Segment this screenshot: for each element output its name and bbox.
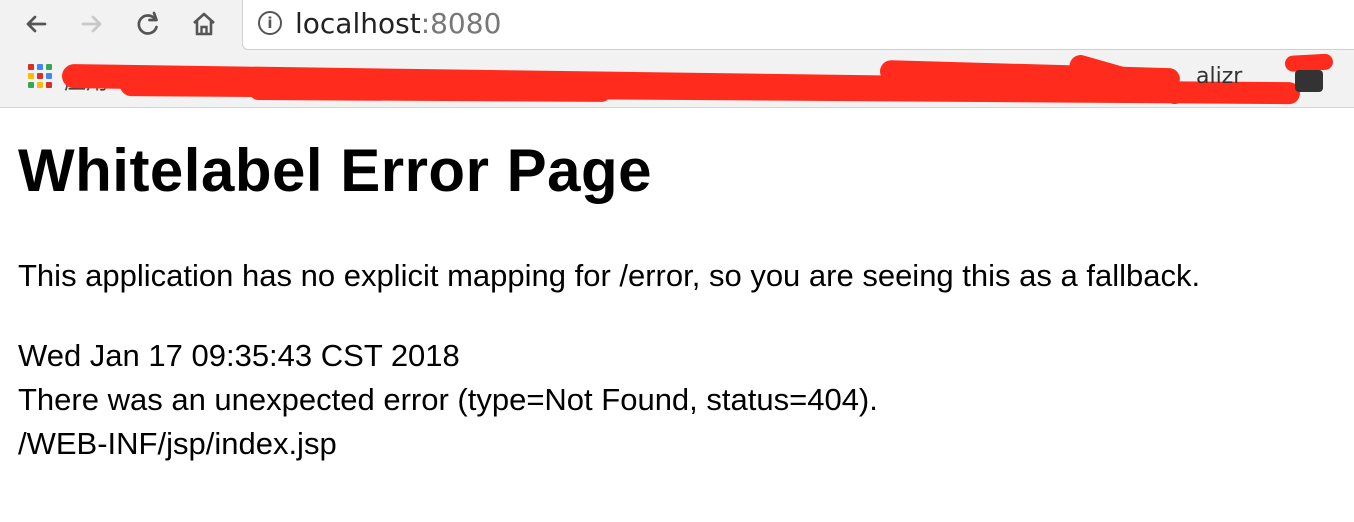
error-message: There was an unexpected error (type=Not … (18, 382, 878, 417)
apps-grid-icon[interactable] (28, 64, 56, 92)
back-button[interactable] (18, 6, 54, 42)
bookmarks-bar: 应用 alizr (0, 52, 1354, 108)
back-arrow-icon (26, 15, 47, 33)
forward-button[interactable] (74, 6, 110, 42)
info-icon[interactable]: i (258, 11, 282, 35)
error-path: /WEB-INF/jsp/index.jsp (18, 426, 337, 461)
partial-bookmark-label[interactable]: alizr (1196, 64, 1242, 89)
reload-button[interactable] (130, 6, 166, 42)
address-url[interactable]: localhost:8080 (295, 7, 501, 40)
error-explanation: This application has no explicit mapping… (18, 258, 1201, 293)
error-details: Wed Jan 17 09:35:43 CST 2018 There was a… (18, 334, 878, 466)
redaction-mark (249, 84, 611, 102)
url-port: :8080 (420, 7, 502, 40)
home-icon (193, 12, 215, 36)
url-host: localhost (295, 7, 421, 40)
error-timestamp: Wed Jan 17 09:35:43 CST 2018 (18, 338, 460, 373)
forward-arrow-icon (81, 15, 102, 33)
browser-chrome: i localhost:8080 应用 alizr (0, 0, 1354, 108)
page-title: Whitelabel Error Page (18, 137, 652, 204)
bookmark-folder-icon[interactable] (1295, 70, 1323, 92)
home-button[interactable] (186, 6, 222, 42)
address-bar[interactable]: i localhost:8080 (242, 0, 1354, 50)
reload-icon (137, 11, 158, 35)
